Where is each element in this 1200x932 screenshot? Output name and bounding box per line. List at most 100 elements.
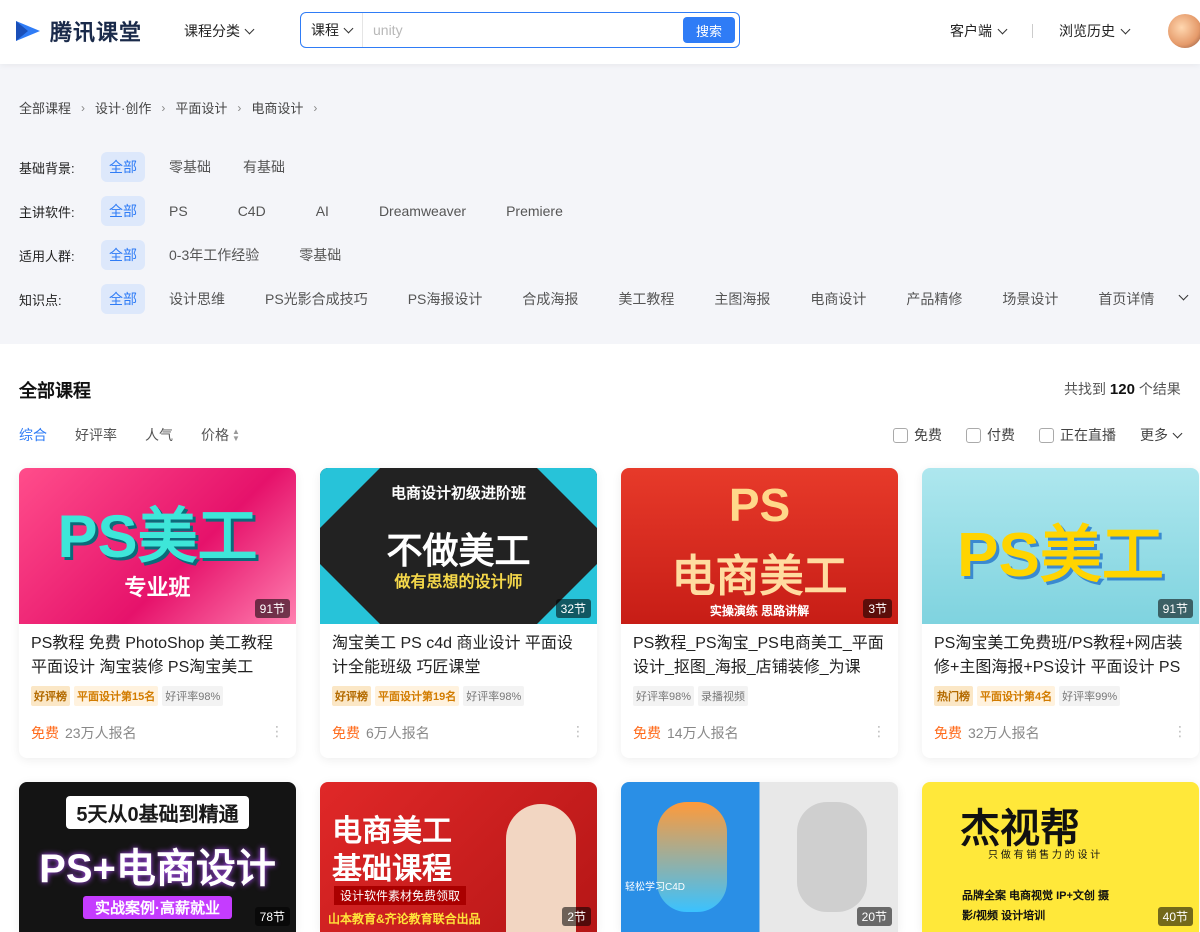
cover-subtitle: 专业班 bbox=[124, 575, 191, 600]
lesson-count: 78节 bbox=[254, 907, 290, 926]
chevron-down-icon bbox=[997, 24, 1008, 34]
course-card[interactable]: 电商设计初级进阶班 不做美工 做有思想的设计师 32节 淘宝美工 PS c4d … bbox=[320, 468, 597, 758]
course-cover: 电商设计初级进阶班 不做美工 做有思想的设计师 32节 bbox=[320, 468, 597, 624]
filter-option[interactable]: 0-3年工作经验 bbox=[161, 240, 267, 270]
rating-tag: 好评率99% bbox=[1059, 686, 1121, 706]
course-title[interactable]: PS教程_PS淘宝_PS电商美工_平面设计_抠图_海报_店铺装修_为课 bbox=[621, 624, 898, 680]
course-card[interactable]: 杰视帮 只 做 有 销 售 力 的 设 计 品牌全案 电商视觉 IP+文创 摄影… bbox=[922, 782, 1199, 932]
filter-option[interactable]: 主图海报 bbox=[706, 284, 778, 314]
category-menu[interactable]: 课程分类 bbox=[184, 21, 255, 41]
rank-tag: 平面设计第15名 bbox=[74, 686, 159, 706]
list-title: 全部课程 bbox=[19, 381, 91, 401]
user-avatar[interactable] bbox=[1168, 14, 1200, 48]
enroll-count: 23万人报名 bbox=[65, 725, 137, 741]
course-cover: 电商美工 基础课程 设计软件素材免费领取 山本教育&齐论教育联合出品 2节 bbox=[320, 782, 597, 932]
rank-badge: 好评榜 bbox=[332, 686, 371, 706]
course-title[interactable]: PS淘宝美工免费班/PS教程+网店装修+主图海报+PS设计 平面设计 PS bbox=[922, 624, 1199, 680]
rank-badge: 好评榜 bbox=[31, 686, 70, 706]
course-title[interactable]: 淘宝美工 PS c4d 商业设计 平面设计全能班级 巧匠课堂 bbox=[320, 624, 597, 680]
sort-rating[interactable]: 好评率 bbox=[75, 425, 117, 445]
chevron-right-icon: › bbox=[313, 100, 318, 115]
sort-price-label: 价格 bbox=[201, 427, 229, 443]
rating-tag: 好评率98% bbox=[633, 686, 695, 706]
logo-text: 腾讯课堂 bbox=[50, 20, 143, 45]
breadcrumb-design[interactable]: 设计·创作 bbox=[95, 98, 151, 117]
filter-option[interactable]: 美工教程 bbox=[610, 284, 682, 314]
more-filter-menu[interactable]: 更多 bbox=[1140, 425, 1183, 445]
sort-popularity[interactable]: 人气 bbox=[145, 425, 173, 445]
course-card[interactable]: PS美工 91节 PS淘宝美工免费班/PS教程+网店装修+主图海报+PS设计 平… bbox=[922, 468, 1199, 758]
filter-option[interactable]: 全部 bbox=[101, 152, 145, 182]
filter-option[interactable]: PS bbox=[161, 198, 196, 224]
result-suffix: 个结果 bbox=[1138, 381, 1181, 397]
cover-subtitle: 做有思想的设计师 bbox=[394, 574, 523, 591]
filter-option[interactable]: AI bbox=[308, 198, 337, 224]
course-card[interactable]: PS美工 专业班 91节 PS教程 免费 PhotoShop 美工教程 平面设计… bbox=[19, 468, 296, 758]
sort-comprehensive[interactable]: 综合 bbox=[19, 425, 47, 445]
filter-option[interactable]: 场景设计 bbox=[994, 284, 1066, 314]
checkbox-label: 正在直播 bbox=[1060, 427, 1116, 443]
filter-option[interactable]: 首页详情 bbox=[1090, 284, 1162, 314]
course-card[interactable]: 电商美工 基础课程 设计软件素材免费领取 山本教育&齐论教育联合出品 2节 bbox=[320, 782, 597, 932]
filter-option[interactable]: 全部 bbox=[101, 284, 145, 314]
course-cover: 5天从0基础到精通 PS+电商设计 实战案例·高薪就业 78节 bbox=[19, 782, 296, 932]
search-button[interactable]: 搜索 bbox=[683, 17, 735, 43]
lesson-count: 91节 bbox=[254, 599, 290, 618]
filter-row-software: 主讲软件: 全部 PS C4D AI Dreamweaver Premiere bbox=[19, 196, 587, 226]
filter-option[interactable]: 有基础 bbox=[235, 152, 293, 182]
sort-price[interactable]: 价格 ▲ ▼ bbox=[201, 425, 240, 445]
cover-subtitle: 只 做 有 销 售 力 的 设 计 bbox=[988, 850, 1101, 861]
rating-tag: 好评率98% bbox=[162, 686, 224, 706]
filter-option[interactable]: 全部 bbox=[101, 240, 145, 270]
enroll-count: 6万人报名 bbox=[366, 725, 430, 741]
filter-option[interactable]: 合成海报 bbox=[514, 284, 586, 314]
search-input[interactable] bbox=[363, 22, 683, 38]
header-divider bbox=[1032, 24, 1033, 38]
course-card[interactable]: 5天从0基础到精通 PS+电商设计 实战案例·高薪就业 78节 bbox=[19, 782, 296, 932]
course-title[interactable]: PS教程 免费 PhotoShop 美工教程 平面设计 淘宝装修 PS淘宝美工 bbox=[19, 624, 296, 680]
filter-option[interactable]: 全部 bbox=[101, 196, 145, 226]
lesson-count: 20节 bbox=[856, 907, 892, 926]
checkbox-free[interactable]: 免费 bbox=[893, 425, 942, 445]
filter-option[interactable]: 零基础 bbox=[161, 152, 219, 182]
checkbox-paid[interactable]: 付费 bbox=[966, 425, 1015, 445]
filter-option[interactable]: PS光影合成技巧 bbox=[257, 284, 376, 314]
more-icon[interactable]: ⋮ bbox=[270, 723, 284, 740]
history-menu[interactable]: 浏览历史 bbox=[1059, 21, 1131, 41]
price-label: 免费 bbox=[934, 725, 962, 741]
client-label: 客户端 bbox=[950, 23, 992, 39]
logo[interactable]: 腾讯课堂 bbox=[12, 15, 142, 47]
filter-option[interactable]: Premiere bbox=[498, 198, 571, 224]
cover-title-2: 基础课程 bbox=[332, 853, 452, 886]
more-icon[interactable]: ⋮ bbox=[1173, 723, 1187, 740]
chevron-down-icon bbox=[244, 24, 255, 34]
filter-option[interactable]: PS海报设计 bbox=[400, 284, 491, 314]
expand-chevron-icon[interactable] bbox=[1178, 290, 1189, 301]
client-menu[interactable]: 客户端 bbox=[950, 21, 1008, 41]
search-type-select[interactable]: 课程 bbox=[301, 13, 363, 47]
cover-top-text: 轻松学习C4D bbox=[625, 882, 686, 893]
price-label: 免费 bbox=[633, 725, 661, 741]
course-cover: 轻松学习C4D 20节 bbox=[621, 782, 898, 932]
breadcrumb-graphic[interactable]: 平面设计 bbox=[175, 98, 227, 117]
filter-option[interactable]: 设计思维 bbox=[161, 284, 233, 314]
cover-subtitle: 实战案例·高薪就业 bbox=[83, 896, 232, 919]
filter-option[interactable]: C4D bbox=[230, 198, 274, 224]
checkbox-live[interactable]: 正在直播 bbox=[1039, 425, 1116, 445]
more-icon[interactable]: ⋮ bbox=[571, 723, 585, 740]
breadcrumb-all[interactable]: 全部课程 bbox=[19, 98, 71, 117]
chevron-right-icon: › bbox=[237, 100, 242, 115]
filter-option[interactable]: Dreamweaver bbox=[371, 198, 474, 224]
filter-option[interactable]: 产品精修 bbox=[898, 284, 970, 314]
enroll-count: 14万人报名 bbox=[667, 725, 739, 741]
breadcrumb-ecommerce[interactable]: 电商设计 bbox=[251, 98, 303, 117]
course-card[interactable]: 轻松学习C4D 20节 bbox=[621, 782, 898, 932]
filter-option[interactable]: 电商设计 bbox=[802, 284, 874, 314]
chevron-down-icon bbox=[343, 23, 354, 33]
lesson-count: 40节 bbox=[1157, 907, 1193, 926]
course-card[interactable]: PS 电商美工 实操演练 思路讲解 3节 PS教程_PS淘宝_PS电商美工_平面… bbox=[621, 468, 898, 758]
result-count: 共找到 120 个结果 bbox=[1064, 379, 1181, 399]
more-icon[interactable]: ⋮ bbox=[872, 723, 886, 740]
course-cover: PS 电商美工 实操演练 思路讲解 3节 bbox=[621, 468, 898, 624]
filter-option[interactable]: 零基础 bbox=[291, 240, 349, 270]
